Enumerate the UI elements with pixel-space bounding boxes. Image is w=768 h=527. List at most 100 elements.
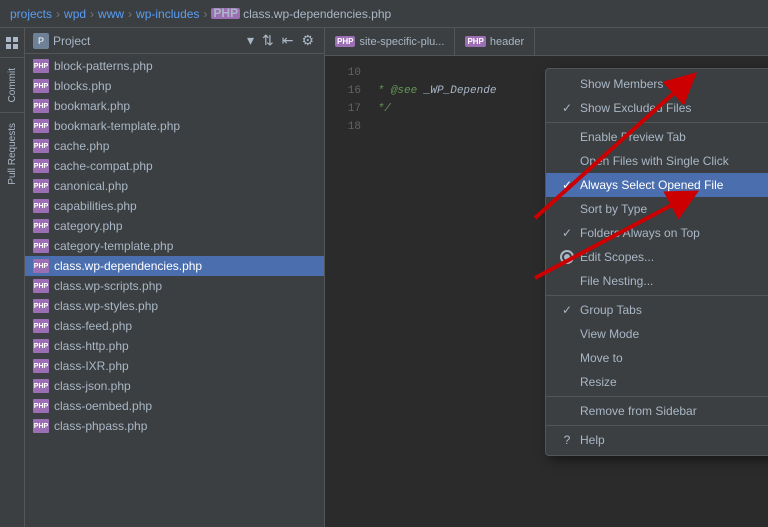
editor-area: PHP site-specific-plu... PHP header 10 1…: [325, 28, 768, 527]
sidebar-commit-label[interactable]: Commit: [7, 62, 18, 108]
file-name: class-oembed.php: [54, 399, 152, 413]
php-file-icon: PHP: [33, 99, 49, 113]
menu-label: Resize: [580, 375, 768, 389]
crumb-wp-includes[interactable]: wp-includes: [136, 7, 199, 21]
php-icon: PHP: [211, 8, 240, 19]
menu-item-help[interactable]: ?Help: [546, 428, 768, 452]
menu-item-view-mode[interactable]: View Mode▶: [546, 322, 768, 346]
php-file-icon: PHP: [33, 419, 49, 433]
php-file-icon: PHP: [33, 79, 49, 93]
check-icon: ✓: [560, 178, 574, 192]
menu-divider: [546, 396, 768, 397]
menu-label: Show Excluded Files: [580, 101, 768, 115]
file-item[interactable]: PHPclass-json.php: [25, 376, 324, 396]
menu-item-show-excluded[interactable]: ✓Show Excluded Files: [546, 96, 768, 120]
php-file-icon: PHP: [33, 339, 49, 353]
crumb-wpd[interactable]: wpd: [64, 7, 86, 21]
menu-label: View Mode: [580, 327, 768, 341]
file-name: bookmark-template.php: [54, 119, 180, 133]
file-item[interactable]: PHPclass.wp-dependencies.php: [25, 256, 324, 276]
project-panel: P Project ▾ ⇅ ⇤ ⚙ PHPblock-patterns.phpP…: [25, 28, 325, 527]
breadcrumb: projects › wpd › www › wp-includes › PHP…: [0, 0, 768, 28]
file-item[interactable]: PHPclass-phpass.php: [25, 416, 324, 436]
file-item[interactable]: PHP blocks.php: [25, 76, 324, 96]
tab-php-icon-2: PHP: [465, 36, 485, 47]
file-item[interactable]: PHP cache.php: [25, 136, 324, 156]
file-name: class.wp-scripts.php: [54, 279, 162, 293]
check-icon: ✓: [560, 226, 574, 240]
sep3: ›: [128, 7, 132, 21]
file-item[interactable]: PHPcache-compat.php: [25, 156, 324, 176]
menu-item-folders-on-top[interactable]: ✓ Folders Always on Top: [546, 221, 768, 245]
dropdown-arrow[interactable]: ▾: [245, 32, 256, 49]
menu-label: Show Members: [580, 77, 768, 91]
menu-label: Enable Preview Tab: [580, 130, 768, 144]
file-item[interactable]: PHPclass-feed.php: [25, 316, 324, 336]
php-file-icon: PHP: [33, 399, 49, 413]
menu-item-resize[interactable]: Resize▶: [546, 370, 768, 394]
menu-label: File Nesting...: [580, 274, 768, 288]
file-item[interactable]: PHPbookmark-template.php: [25, 116, 324, 136]
file-item[interactable]: PHPclass-http.php: [25, 336, 324, 356]
sidebar-pr-section: Pull Requests: [0, 112, 24, 191]
file-name: bookmark.php: [54, 99, 130, 113]
menu-label: Edit Scopes...: [580, 250, 768, 264]
sep4: ›: [203, 7, 207, 21]
menu-item-move-to[interactable]: Move to▶: [546, 346, 768, 370]
menu-item-always-select[interactable]: ✓Always Select Opened File: [546, 173, 768, 197]
menu-item-group-tabs[interactable]: ✓ Group Tabs: [546, 298, 768, 322]
collapse-button[interactable]: ⇤: [280, 32, 296, 49]
check-icon: ✓: [560, 303, 574, 317]
php-file-icon: PHP: [33, 139, 49, 153]
file-name: category.php: [54, 219, 123, 233]
crumb-www[interactable]: www: [98, 7, 124, 21]
file-item[interactable]: PHPcapabilities.php: [25, 196, 324, 216]
file-name: blocks.php: [54, 79, 111, 93]
file-name: class-IXR.php: [54, 359, 129, 373]
php-file-icon: PHP: [33, 359, 49, 373]
menu-item-enable-preview[interactable]: Enable Preview Tab: [546, 125, 768, 149]
crumb-filename: class.wp-dependencies.php: [243, 7, 391, 21]
tab-header[interactable]: PHP header: [455, 28, 535, 55]
context-menu: Show Members✓Show Excluded FilesEnable P…: [545, 68, 768, 456]
sidebar-commit-section: Commit: [0, 57, 24, 108]
menu-item-show-members[interactable]: Show Members: [546, 72, 768, 96]
radio-icon: [560, 250, 574, 264]
menu-label: Folders Always on Top: [580, 226, 768, 240]
menu-divider: [546, 122, 768, 123]
php-file-icon: PHP: [33, 259, 49, 273]
file-item[interactable]: PHPcanonical.php: [25, 176, 324, 196]
menu-label: Group Tabs: [580, 303, 768, 317]
menu-divider: [546, 295, 768, 296]
settings-button[interactable]: ⚙: [299, 32, 316, 49]
file-item[interactable]: PHPcategory-template.php: [25, 236, 324, 256]
file-item[interactable]: PHP class-IXR.php: [25, 356, 324, 376]
file-item[interactable]: PHP bookmark.php: [25, 96, 324, 116]
file-name: capabilities.php: [54, 199, 137, 213]
menu-divider: [546, 425, 768, 426]
crumb-projects[interactable]: projects: [10, 7, 52, 21]
crumb-file: PHP class.wp-dependencies.php: [211, 7, 391, 21]
check-icon: ?: [560, 433, 574, 447]
sep1: ›: [56, 7, 60, 21]
menu-item-file-nesting[interactable]: File Nesting...: [546, 269, 768, 293]
project-header: P Project ▾ ⇅ ⇤ ⚙: [25, 28, 324, 54]
file-item[interactable]: PHPblock-patterns.php: [25, 56, 324, 76]
menu-item-edit-scopes[interactable]: Edit Scopes...: [546, 245, 768, 269]
sort-button[interactable]: ⇅: [260, 32, 276, 49]
sep2: ›: [90, 7, 94, 21]
file-item[interactable]: PHP class-oembed.php: [25, 396, 324, 416]
php-file-icon: PHP: [33, 179, 49, 193]
project-icon: P: [33, 33, 49, 49]
menu-item-remove-sidebar[interactable]: Remove from Sidebar: [546, 399, 768, 423]
tab-site-specific[interactable]: PHP site-specific-plu...: [325, 28, 455, 55]
file-name: cache.php: [54, 139, 109, 153]
file-item[interactable]: PHPclass.wp-scripts.php: [25, 276, 324, 296]
file-item[interactable]: PHPcategory.php: [25, 216, 324, 236]
php-file-icon: PHP: [33, 159, 49, 173]
menu-item-sort-by-type[interactable]: Sort by Type: [546, 197, 768, 221]
menu-item-open-single-click[interactable]: Open Files with Single Click: [546, 149, 768, 173]
file-item[interactable]: PHPclass.wp-styles.php: [25, 296, 324, 316]
sidebar-pr-label[interactable]: Pull Requests: [7, 117, 18, 191]
sidebar-icon-project[interactable]: [2, 33, 22, 53]
